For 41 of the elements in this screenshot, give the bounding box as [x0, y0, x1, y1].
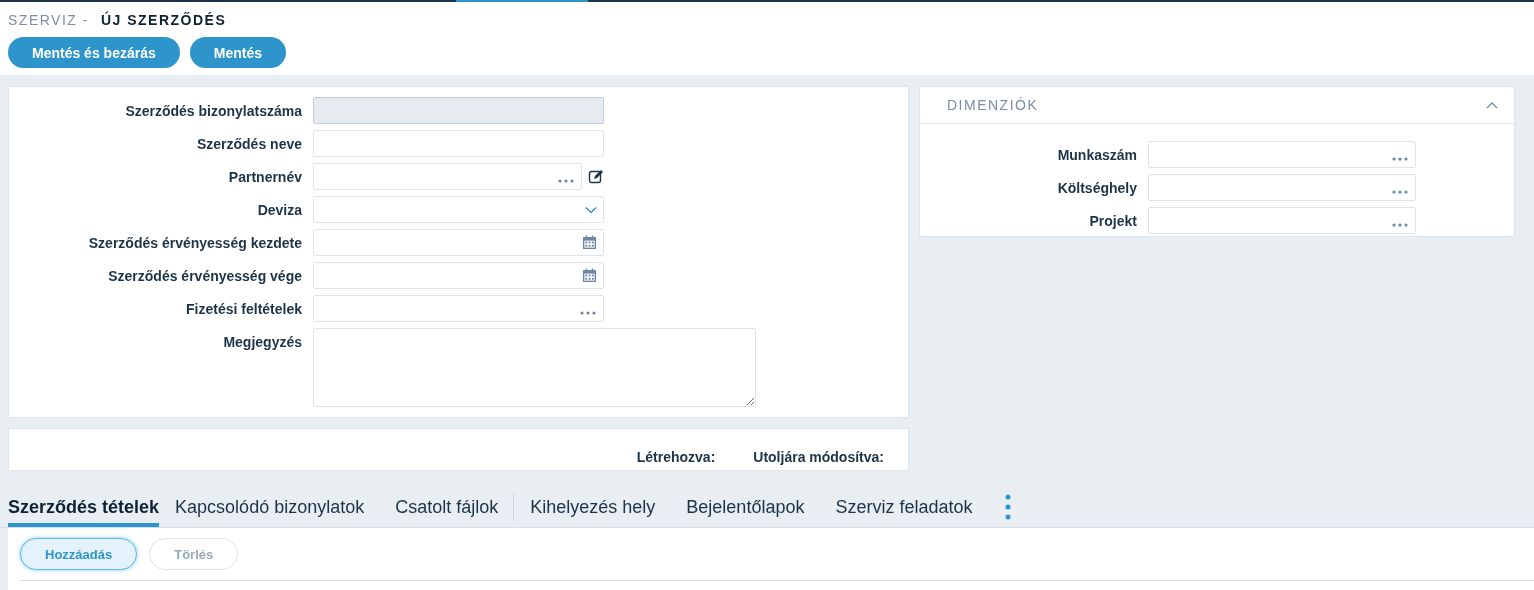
tab[interactable]: Kapcsolódó bizonylatok — [175, 487, 365, 527]
breadcrumb-section: SZERVIZ - — [8, 12, 89, 28]
input-field[interactable] — [313, 163, 582, 190]
audit-label: Létrehozva: — [636, 449, 716, 465]
dropdown-field[interactable] — [313, 196, 604, 223]
page-title: ÚJ SZERZŐDÉS — [100, 12, 227, 28]
field-label: Partnernév — [227, 168, 303, 185]
audit-label: Utoljára módosítva: — [753, 449, 884, 465]
tab[interactable]: Kihelyezés hely — [530, 487, 656, 527]
edit-icon[interactable] — [588, 168, 604, 185]
more-icon[interactable] — [579, 311, 597, 315]
caret-icon[interactable] — [1486, 101, 1498, 109]
field-label: Projekt — [1088, 212, 1138, 229]
input-field[interactable] — [1148, 141, 1416, 168]
calendar-icon[interactable] — [582, 268, 597, 283]
panel-title: DIMENZIÓK — [947, 97, 1039, 113]
input-field[interactable] — [1148, 207, 1416, 234]
more-icon[interactable] — [557, 179, 575, 183]
field-label: Költséghely — [1056, 179, 1138, 196]
field-label: Megjegyzés — [222, 333, 303, 350]
calendar-icon[interactable] — [582, 235, 597, 250]
field-label: Szerződés érvényesség vége — [107, 267, 303, 284]
tab[interactable]: Csatolt fájlok — [395, 487, 499, 527]
field-label: Fizetési feltételek — [185, 300, 303, 317]
more-icon[interactable] — [1391, 223, 1409, 227]
tab[interactable]: Szerviz feladatok — [835, 487, 973, 527]
chevron-down-icon[interactable] — [585, 206, 597, 214]
date-field[interactable] — [313, 229, 604, 256]
field-label: Deviza — [256, 201, 303, 218]
more-vertical-icon[interactable] — [1004, 494, 1011, 520]
field-label: Munkaszám — [1056, 146, 1138, 163]
more-icon[interactable] — [1391, 157, 1409, 161]
tab[interactable]: Bejelentőlapok — [686, 487, 805, 527]
field-label: Szerződés érvényesség kezdete — [87, 234, 303, 251]
date-field[interactable] — [313, 262, 604, 289]
field-label: Szerződés bizonylatszáma — [124, 102, 303, 119]
more-icon[interactable] — [1391, 190, 1409, 194]
input-field[interactable] — [313, 295, 604, 322]
input-field[interactable] — [1148, 174, 1416, 201]
input-field[interactable] — [313, 130, 604, 157]
field-label: Szerződés neve — [195, 135, 303, 152]
